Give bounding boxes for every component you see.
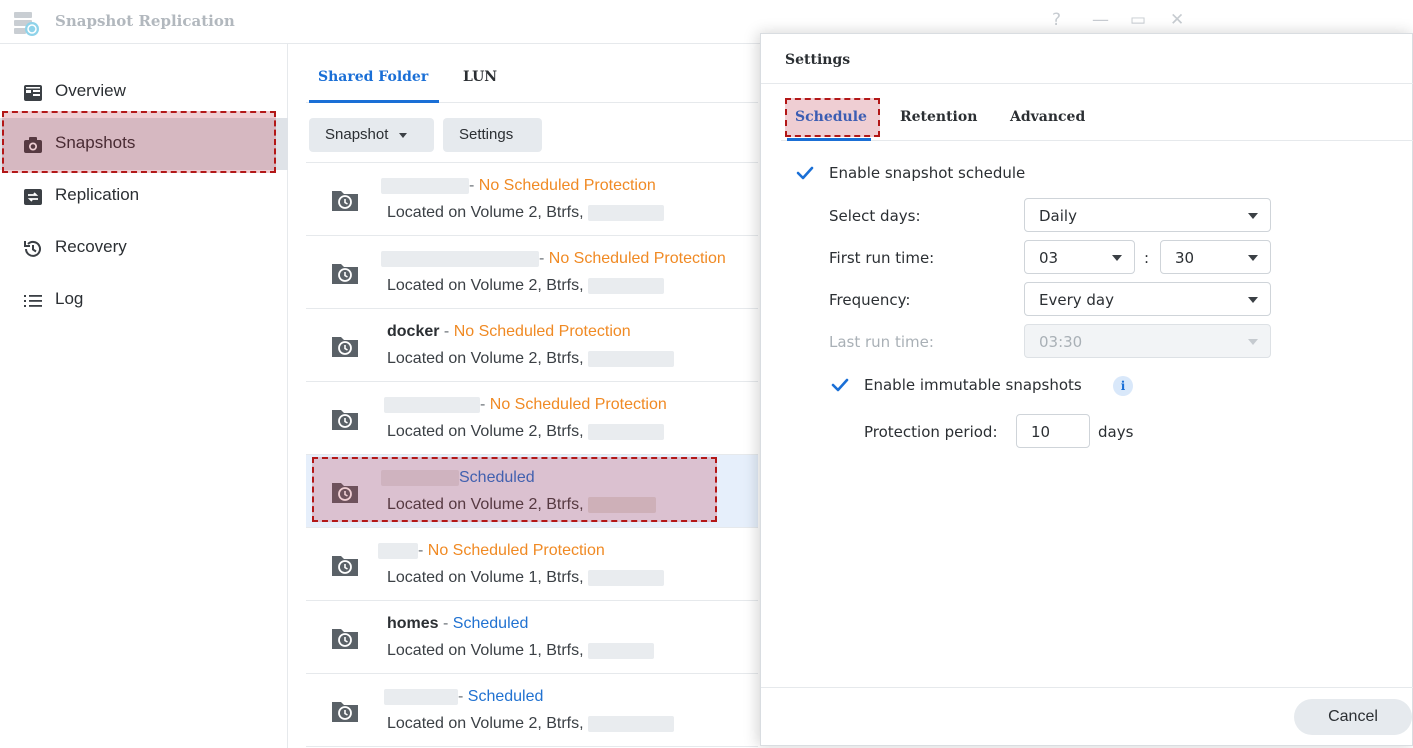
sidebar-item-overview[interactable]: Overview <box>0 66 288 118</box>
status-label: Scheduled <box>452 615 529 632</box>
enable-immutable-label: Enable immutable snapshots <box>864 376 1082 394</box>
dialog-footer-divider <box>761 687 1413 688</box>
tab-advanced[interactable]: Advanced <box>1010 109 1085 125</box>
close-icon[interactable]: ✕ <box>1170 10 1184 30</box>
sidebar-item-replication[interactable]: Replication <box>0 170 288 222</box>
table-row[interactable]: - No Scheduled Protection Located on Vol… <box>306 163 758 236</box>
sidebar-item-label: Overview <box>55 81 126 100</box>
settings-button[interactable]: Settings <box>443 118 542 152</box>
folder-snapshot-icon <box>332 556 358 576</box>
frequency-label: Frequency: <box>829 291 911 309</box>
dialog-tab-divider <box>781 140 1413 141</box>
info-icon[interactable]: i <box>1113 376 1133 396</box>
status-label: No Scheduled Protection <box>453 323 631 340</box>
chevron-down-icon <box>1248 339 1258 345</box>
folder-name: docker <box>387 323 440 340</box>
status-label: No Scheduled Protection <box>478 177 656 194</box>
help-icon[interactable]: ? <box>1052 10 1061 30</box>
table-row[interactable]: docker - No Scheduled Protection Located… <box>306 309 758 382</box>
protection-period-input[interactable]: 10 <box>1016 414 1090 448</box>
settings-dialog: Settings Schedule Retention Advanced Ena… <box>760 33 1413 746</box>
enable-immutable-checkbox[interactable] <box>830 375 850 395</box>
folder-snapshot-icon <box>332 483 358 503</box>
tab-retention[interactable]: Retention <box>900 109 977 125</box>
folder-snapshot-icon <box>332 337 358 357</box>
active-dialog-tab-indicator <box>787 138 871 141</box>
location-text: Located on Volume 2, Btrfs, <box>387 350 675 368</box>
replication-icon <box>24 189 42 205</box>
table-row[interactable]: homes - Scheduled Located on Volume 1, B… <box>306 601 758 674</box>
folder-name: homes <box>387 615 439 632</box>
tab-lun[interactable]: LUN <box>463 69 497 85</box>
maximize-icon[interactable]: ▭ <box>1130 10 1146 30</box>
tab-shared-folder[interactable]: Shared Folder <box>318 69 428 85</box>
location-text: Located on Volume 2, Btrfs, <box>387 277 665 295</box>
folder-snapshot-icon <box>332 191 358 211</box>
sidebar-item-label: Snapshots <box>55 133 136 152</box>
enable-schedule-checkbox[interactable] <box>795 163 815 183</box>
table-row[interactable]: - No Scheduled Protection Located on Vol… <box>306 382 758 455</box>
folder-snapshot-icon <box>332 410 358 430</box>
select-days-dropdown[interactable]: Daily <box>1024 198 1271 232</box>
folder-snapshot-icon <box>332 702 358 722</box>
protection-period-label: Protection period: <box>864 423 998 441</box>
table-row[interactable]: - No Scheduled Protection Located on Vol… <box>306 528 758 601</box>
location-text: Located on Volume 2, Btrfs, <box>387 204 665 222</box>
tab-schedule[interactable]: Schedule <box>795 109 867 125</box>
first-run-hour-dropdown[interactable]: 03 <box>1024 240 1135 274</box>
dialog-title: Settings <box>785 52 851 68</box>
location-text: Located on Volume 2, Btrfs, <box>387 715 675 733</box>
sidebar-item-snapshots[interactable]: Snapshots <box>0 118 288 170</box>
location-text: Located on Volume 1, Btrfs, <box>387 642 655 660</box>
sidebar-item-label: Replication <box>55 185 140 204</box>
table-row-selected[interactable]: Scheduled Located on Volume 2, Btrfs, <box>306 455 758 528</box>
dialog-divider <box>761 83 1413 84</box>
chevron-down-icon <box>1248 297 1258 303</box>
minimize-icon[interactable]: — <box>1092 10 1109 30</box>
frequency-dropdown[interactable]: Every day <box>1024 282 1271 316</box>
active-tab-indicator <box>309 100 439 103</box>
sidebar: Overview Snapshots Replication Recovery … <box>0 44 288 748</box>
status-label: No Scheduled Protection <box>427 542 605 559</box>
chevron-down-icon <box>1248 255 1258 261</box>
status-label: Scheduled <box>459 469 535 486</box>
first-run-time-label: First run time: <box>829 249 935 267</box>
snapshot-dropdown-button[interactable]: Snapshot <box>309 118 434 152</box>
sidebar-item-label: Log <box>55 289 84 308</box>
list-icon <box>24 295 42 307</box>
time-separator: : <box>1144 249 1150 267</box>
status-label: Scheduled <box>467 688 544 705</box>
history-icon <box>24 240 41 257</box>
sidebar-item-recovery[interactable]: Recovery <box>0 222 288 274</box>
protection-period-unit: days <box>1098 423 1134 441</box>
chevron-down-icon <box>1112 255 1122 261</box>
folder-snapshot-icon <box>332 629 358 649</box>
select-days-label: Select days: <box>829 207 921 225</box>
cancel-button[interactable]: Cancel <box>1294 699 1412 735</box>
first-run-minute-dropdown[interactable]: 30 <box>1160 240 1271 274</box>
table-row[interactable]: - Scheduled Located on Volume 2, Btrfs, <box>306 674 758 747</box>
last-run-time-label: Last run time: <box>829 333 934 351</box>
caret-down-icon <box>398 132 407 138</box>
last-run-time-dropdown: 03:30 <box>1024 324 1271 358</box>
overview-icon <box>24 85 42 101</box>
app-title: Snapshot Replication <box>55 12 235 30</box>
location-text: Located on Volume 2, Btrfs, <box>387 423 665 441</box>
camera-icon <box>24 137 42 153</box>
sidebar-item-log[interactable]: Log <box>0 274 288 326</box>
location-text: Located on Volume 2, Btrfs, <box>387 496 657 514</box>
sidebar-item-label: Recovery <box>55 237 127 256</box>
app-icon <box>14 12 39 36</box>
folder-snapshot-icon <box>332 264 358 284</box>
status-label: No Scheduled Protection <box>548 250 726 267</box>
enable-schedule-label: Enable snapshot schedule <box>829 164 1026 182</box>
table-row[interactable]: - No Scheduled Protection Located on Vol… <box>306 236 758 309</box>
chevron-down-icon <box>1248 213 1258 219</box>
location-text: Located on Volume 1, Btrfs, <box>387 569 665 587</box>
status-label: No Scheduled Protection <box>489 396 667 413</box>
